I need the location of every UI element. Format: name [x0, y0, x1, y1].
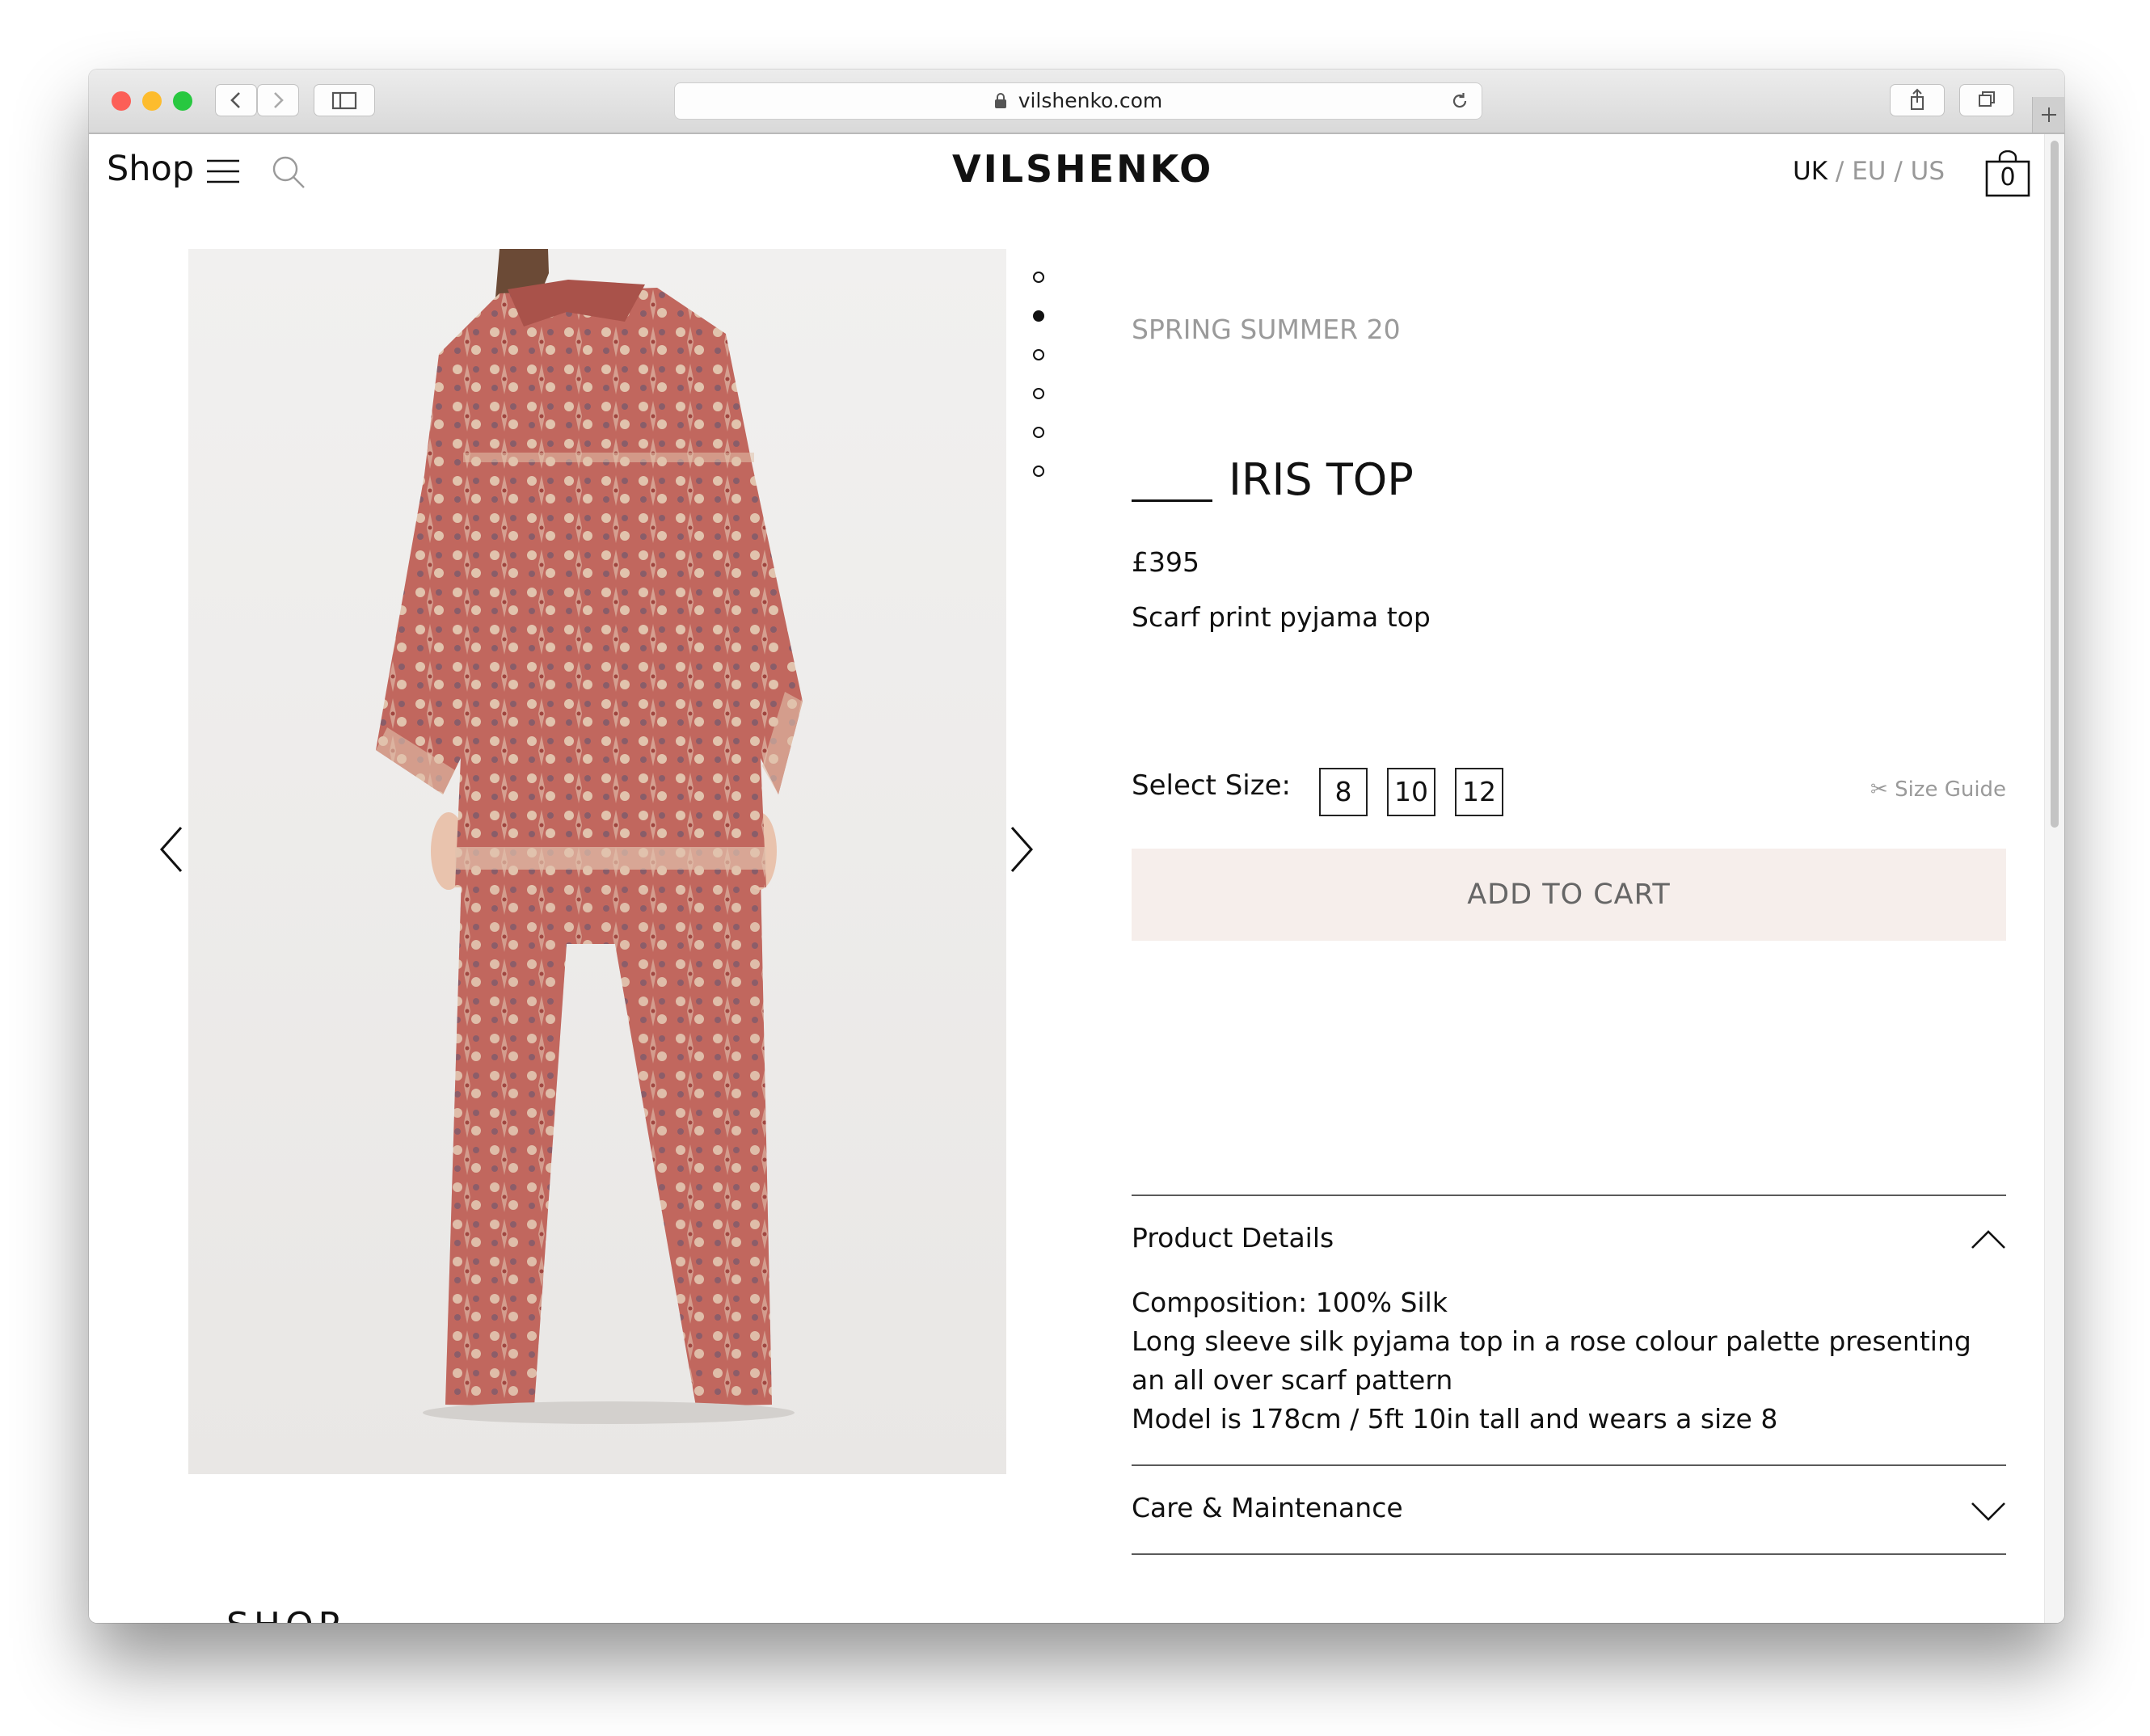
care-maintenance-header[interactable]: Care & Maintenance	[1132, 1492, 2006, 1532]
product-photo-illustration	[188, 249, 1006, 1474]
chevron-down-icon	[1971, 1502, 2005, 1521]
scrollbar-thumb[interactable]	[2051, 141, 2059, 828]
details-line-description: Long sleeve silk pyjama top in a rose co…	[1132, 1325, 1971, 1396]
page-content: Shop VILSHENKO UK / EU / US 0 SPRING SUM…	[89, 134, 2045, 1623]
gallery-dot-2[interactable]	[1033, 310, 1044, 322]
divider	[1132, 1464, 2006, 1466]
menu-icon[interactable]	[207, 158, 239, 184]
sidebar-toggle-button[interactable]	[314, 84, 375, 116]
search-icon[interactable]	[272, 155, 307, 191]
product-title: IRIS TOP	[1229, 454, 1414, 505]
product-price: £395	[1132, 546, 1199, 578]
scissors-icon: ✂	[1870, 777, 1888, 802]
region-uk[interactable]: UK	[1793, 157, 1828, 186]
divider	[1132, 1553, 2006, 1555]
back-button[interactable]	[215, 84, 257, 116]
select-size-label: Select Size:	[1132, 769, 1291, 802]
region-us[interactable]: US	[1911, 157, 1945, 186]
gallery-dot-4[interactable]	[1033, 388, 1044, 399]
collection-label: SPRING SUMMER 20	[1132, 314, 1401, 345]
lock-icon	[994, 93, 1006, 108]
size-option-8[interactable]: 8	[1319, 768, 1368, 816]
details-line-model: Model is 178cm / 5ft 10in tall and wears…	[1132, 1403, 1778, 1435]
url-text: vilshenko.com	[1018, 89, 1163, 112]
size-guide-link[interactable]: ✂ Size Guide	[1870, 777, 2006, 802]
region-selector: UK / EU / US	[1793, 157, 1945, 186]
share-icon	[1911, 88, 1924, 110]
reload-icon[interactable]	[1449, 91, 1470, 112]
next-image-arrow-icon[interactable]	[1009, 826, 1035, 873]
previous-image-arrow-icon[interactable]	[158, 826, 184, 873]
brand-logo[interactable]: VILSHENKO	[952, 147, 1211, 191]
chevron-right-icon	[274, 92, 284, 108]
size-option-10[interactable]: 10	[1387, 768, 1435, 816]
page-scrollbar[interactable]	[2044, 134, 2064, 1623]
browser-toolbar: vilshenko.com	[89, 70, 2064, 134]
gallery-dot-1[interactable]	[1033, 272, 1044, 283]
details-line-composition: Composition: 100% Silk	[1132, 1287, 1448, 1318]
browser-window: vilshenko.com Shop VILSHENKO UK / EU / U…	[89, 70, 2064, 1623]
product-details-body: Composition: 100% Silk Long sleeve silk …	[1132, 1283, 2013, 1439]
product-details-title: Product Details	[1132, 1222, 1334, 1254]
cart-button[interactable]: 0	[1985, 150, 2030, 197]
care-maintenance-title: Care & Maintenance	[1132, 1492, 1403, 1523]
footer-section-heading: SHOP	[226, 1605, 344, 1623]
region-separator: /	[1886, 157, 1911, 186]
divider	[1132, 1195, 2006, 1196]
shop-menu-label[interactable]: Shop	[107, 149, 194, 189]
minimize-window-button[interactable]	[142, 91, 162, 111]
sidebar-icon	[331, 91, 357, 110]
new-tab-button[interactable]	[2032, 97, 2064, 133]
title-dash	[1132, 499, 1212, 502]
size-guide-label: Size Guide	[1895, 777, 2007, 802]
close-window-button[interactable]	[112, 91, 131, 111]
product-image	[188, 249, 1006, 1474]
address-bar[interactable]: vilshenko.com	[674, 82, 1482, 120]
chevron-left-icon	[230, 92, 240, 108]
region-eu[interactable]: EU	[1852, 157, 1886, 186]
gallery-dot-5[interactable]	[1033, 427, 1044, 438]
zoom-window-button[interactable]	[173, 91, 192, 111]
add-to-cart-button[interactable]: ADD TO CART	[1132, 849, 2006, 941]
chevron-up-icon	[1971, 1230, 2005, 1249]
gallery-dot-6[interactable]	[1033, 466, 1044, 477]
tabs-icon	[1979, 91, 1995, 107]
product-short-description: Scarf print pyjama top	[1132, 601, 1431, 633]
tabs-overview-button[interactable]	[1959, 84, 2014, 116]
forward-button[interactable]	[257, 84, 299, 116]
product-details-header[interactable]: Product Details	[1132, 1222, 2006, 1262]
share-button[interactable]	[1890, 84, 1945, 116]
plus-icon	[2042, 107, 2056, 122]
region-separator: /	[1828, 157, 1853, 186]
cart-count: 0	[2000, 163, 2016, 192]
size-option-12[interactable]: 12	[1455, 768, 1503, 816]
gallery-dot-3[interactable]	[1033, 349, 1044, 360]
